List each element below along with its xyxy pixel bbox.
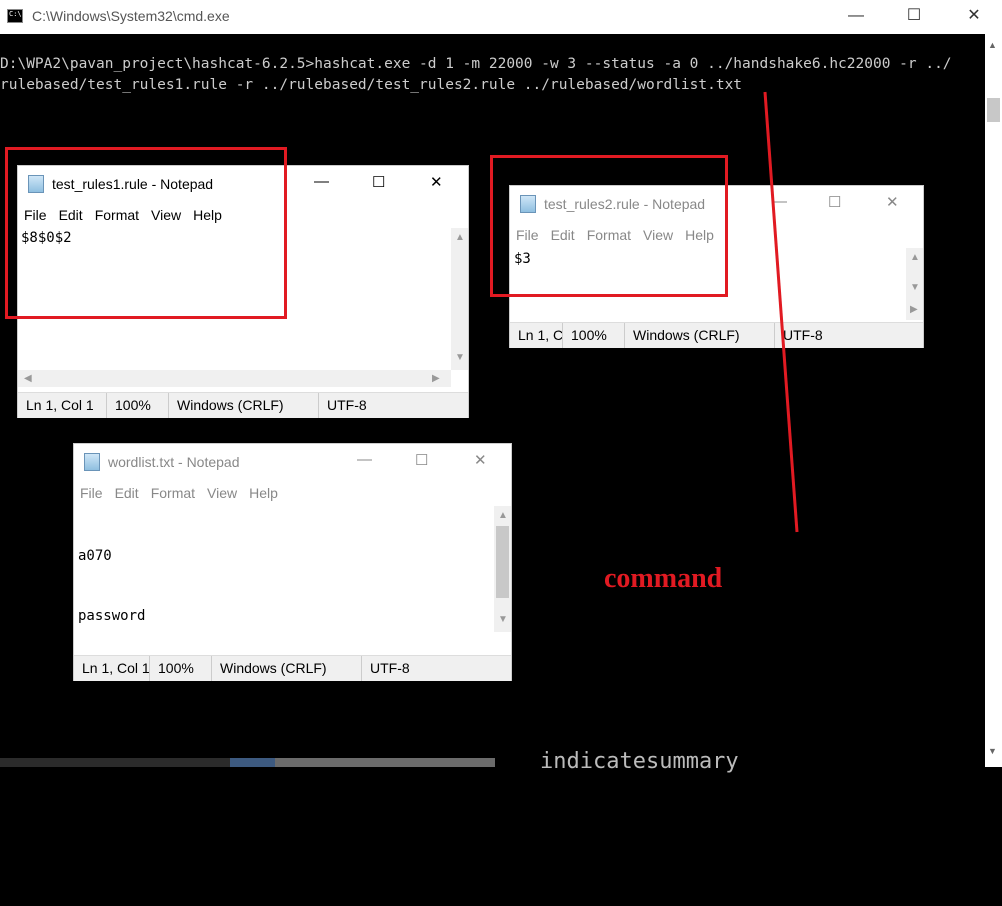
taskbar-segment [0, 758, 230, 767]
taskbar-segment [275, 758, 495, 767]
wordlist-line: 0708 [78, 848, 112, 864]
taskbar-ghost-text: indicatesummary [540, 749, 739, 774]
annotation-label: command [604, 563, 723, 594]
wordlist-line: 12345 [78, 788, 121, 804]
annotation-line [763, 91, 799, 533]
taskbar-segment [230, 758, 275, 767]
annotation-arrow [763, 91, 799, 533]
taskbar-strip: indicatesummary [0, 751, 985, 773]
